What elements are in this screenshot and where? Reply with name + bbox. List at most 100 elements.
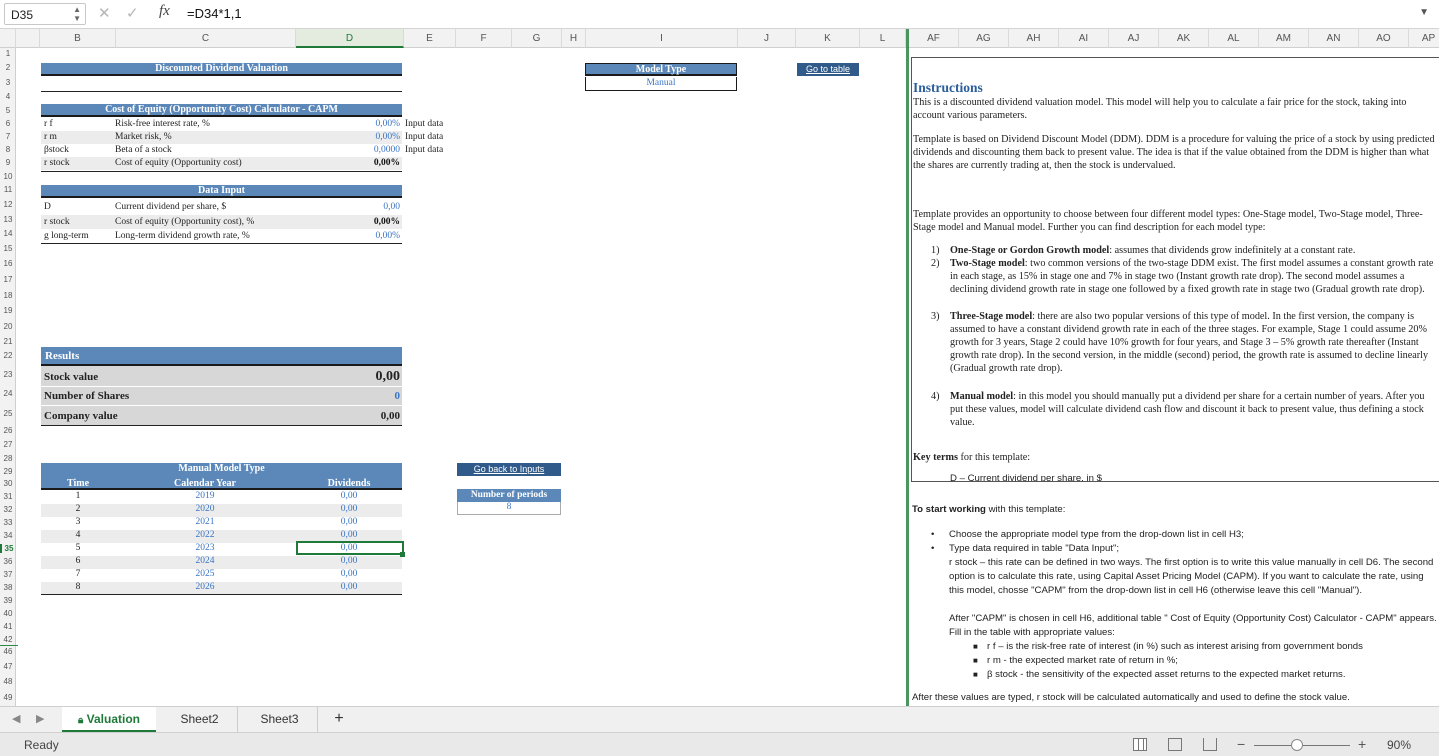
row-header[interactable]: 36 [0, 557, 15, 566]
row-header[interactable]: 13 [0, 215, 15, 224]
row-header[interactable]: 12 [0, 200, 15, 209]
row-header[interactable]: 23 [0, 370, 15, 379]
growth-rate-input[interactable]: 0,00% [330, 231, 400, 241]
row-header[interactable]: 40 [0, 609, 15, 618]
manual-dividend-input[interactable]: 0,00 [296, 517, 402, 527]
prev-sheet-icon[interactable]: ◀ [12, 712, 20, 725]
tab-sheet2[interactable]: Sheet2 [162, 707, 238, 732]
risk-free-rate-input[interactable]: 0,00% [330, 119, 400, 129]
add-sheet-button[interactable]: + [328, 707, 350, 732]
zoom-out-button[interactable]: − [1237, 736, 1245, 752]
row-header[interactable]: 38 [0, 583, 15, 592]
manual-dividend-input[interactable]: 0,00 [296, 504, 402, 514]
column-header[interactable]: G [512, 29, 562, 48]
select-all-corner[interactable] [0, 29, 16, 48]
insert-function-icon[interactable]: fx [159, 3, 170, 20]
row-header[interactable]: 14 [0, 229, 15, 238]
row-header[interactable]: 41 [0, 622, 15, 631]
column-header[interactable]: AI [1059, 29, 1109, 48]
row-header[interactable]: 24 [0, 389, 15, 398]
row-header[interactable]: 37 [0, 570, 15, 579]
row-header[interactable]: 46 [0, 647, 15, 656]
row-header[interactable]: 5 [0, 106, 15, 115]
row-header[interactable]: 39 [0, 596, 15, 605]
row-header[interactable]: 26 [0, 426, 15, 435]
name-box[interactable]: D35 ▲ ▼ [4, 3, 86, 25]
row-header[interactable]: 22 [0, 351, 15, 360]
row-header[interactable]: 10 [0, 172, 15, 181]
row-header[interactable]: 30 [0, 479, 15, 488]
go-back-to-inputs-link[interactable]: Go back to Inputs [457, 463, 561, 476]
formula-input[interactable]: =D34*1,1 [187, 6, 242, 21]
go-to-table-link[interactable]: Go to table [797, 63, 859, 76]
zoom-in-button[interactable]: + [1358, 736, 1366, 752]
manual-dividend-input[interactable]: 0,00 [296, 491, 402, 501]
manual-dividend-input[interactable]: 0,00 [296, 530, 402, 540]
tab-valuation[interactable]: 🔒︎ Valuation [62, 707, 156, 732]
column-header[interactable]: AP [1409, 29, 1439, 48]
row-header[interactable]: 32 [0, 505, 15, 514]
active-cell-outline[interactable] [296, 541, 404, 555]
row-header[interactable]: 25 [0, 409, 15, 418]
zoom-slider-handle[interactable] [1291, 739, 1303, 751]
row-header[interactable]: 28 [0, 454, 15, 463]
row-header[interactable]: 48 [0, 677, 15, 686]
number-of-shares-input[interactable]: 0 [395, 390, 401, 402]
beta-input[interactable]: 0,0000 [330, 145, 400, 155]
column-header[interactable]: L [860, 29, 906, 48]
row-header[interactable]: 9 [0, 158, 15, 167]
column-header[interactable]: AN [1309, 29, 1359, 48]
row-header[interactable]: 31 [0, 492, 15, 501]
row-header[interactable]: 16 [0, 259, 15, 268]
column-header[interactable]: J [738, 29, 796, 48]
column-header[interactable]: K [796, 29, 860, 48]
number-of-periods-value[interactable]: 8 [457, 502, 561, 515]
row-header[interactable]: 33 [0, 518, 15, 527]
column-header[interactable]: AO [1359, 29, 1409, 48]
column-header[interactable]: B [40, 29, 116, 48]
column-header[interactable]: E [404, 29, 456, 48]
row-header[interactable]: 11 [0, 185, 15, 194]
row-header[interactable]: 35 [0, 544, 15, 553]
row-header[interactable]: 17 [0, 275, 15, 284]
name-box-stepper-icon[interactable]: ▲ ▼ [73, 5, 81, 23]
row-header[interactable]: 29 [0, 467, 15, 476]
row-header[interactable]: 34 [0, 531, 15, 540]
column-header[interactable]: AG [959, 29, 1009, 48]
current-dividend-input[interactable]: 0,00 [330, 202, 400, 212]
page-break-view-icon[interactable] [1203, 738, 1217, 751]
column-header[interactable]: AK [1159, 29, 1209, 48]
model-type-dropdown[interactable]: Manual [585, 77, 737, 91]
manual-dividend-input[interactable]: 0,00 [296, 569, 402, 579]
expand-formula-bar-icon[interactable]: ▼ [1419, 7, 1429, 18]
column-header[interactable]: C [116, 29, 296, 48]
column-header[interactable]: F [456, 29, 512, 48]
column-header[interactable]: AM [1259, 29, 1309, 48]
manual-dividend-input[interactable]: 0,00 [296, 556, 402, 566]
row-header[interactable]: 4 [0, 92, 15, 101]
fill-handle[interactable] [400, 552, 405, 557]
page-layout-view-icon[interactable] [1168, 738, 1182, 751]
row-header[interactable]: 6 [0, 119, 15, 128]
column-header[interactable]: AF [909, 29, 959, 48]
row-header[interactable]: 21 [0, 337, 15, 346]
column-header[interactable]: H [562, 29, 586, 48]
row-header[interactable]: 49 [0, 693, 15, 702]
manual-dividend-input[interactable]: 0,00 [296, 582, 402, 592]
column-header-active[interactable]: D [296, 29, 404, 48]
cancel-edit-icon[interactable]: ✕ [98, 4, 111, 22]
confirm-edit-icon[interactable]: ✓ [126, 4, 139, 22]
next-sheet-icon[interactable]: ▶ [36, 712, 44, 725]
row-header[interactable]: 42 [0, 635, 15, 644]
row-header[interactable]: 8 [0, 145, 15, 154]
normal-view-icon[interactable] [1133, 738, 1147, 751]
column-header[interactable]: AL [1209, 29, 1259, 48]
row-header[interactable]: 27 [0, 440, 15, 449]
row-header[interactable]: 15 [0, 244, 15, 253]
column-header[interactable]: AJ [1109, 29, 1159, 48]
row-header[interactable]: 47 [0, 662, 15, 671]
row-header[interactable]: 3 [0, 78, 15, 87]
row-header[interactable]: 18 [0, 291, 15, 300]
column-header[interactable]: AH [1009, 29, 1059, 48]
row-header[interactable]: 7 [0, 132, 15, 141]
